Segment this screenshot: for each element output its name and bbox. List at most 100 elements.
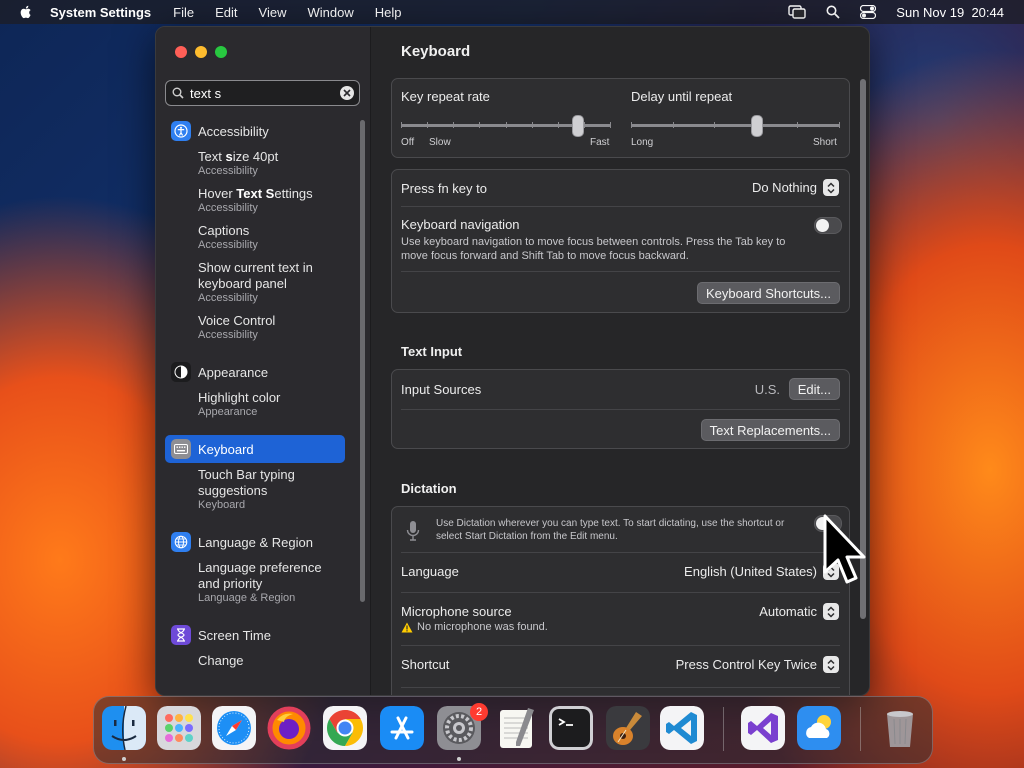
spotlight-search-icon[interactable] <box>826 5 840 19</box>
text-replacements-button[interactable]: Text Replacements... <box>700 419 840 441</box>
result-title: Highlight color <box>198 390 281 405</box>
result-category: Accessibility <box>198 202 258 214</box>
search-input[interactable] <box>188 84 332 102</box>
key-repeat-slider[interactable] <box>401 115 611 139</box>
system-settings-window: Accessibility Text size 40pt Accessibili… <box>155 26 870 696</box>
menu-view[interactable]: View <box>259 5 287 20</box>
slider-tick <box>479 122 480 128</box>
keyboard-settings-pane: Keyboard Key repeat rate Delay until rep… <box>371 27 869 695</box>
search-result-highlight-color[interactable]: Highlight color Appearance <box>165 386 355 423</box>
finder-app-icon[interactable] <box>102 706 146 750</box>
system-settings-running-indicator <box>457 757 461 761</box>
search-result-language-preference[interactable]: Language preference and priority Languag… <box>165 556 355 609</box>
visual-studio-app-icon[interactable] <box>741 706 785 750</box>
slider-tick <box>584 122 585 128</box>
result-title: Voice Control <box>198 313 276 328</box>
delay-short-label: Short <box>813 137 837 148</box>
result-title: Hover Text Settings <box>198 186 355 202</box>
control-center-icon[interactable] <box>860 5 877 19</box>
vscode-app-icon[interactable] <box>660 706 704 750</box>
sidebar-item-screen-time[interactable]: Screen Time <box>165 621 355 649</box>
microphone-icon <box>406 521 420 541</box>
warning-icon <box>401 622 413 632</box>
slider-tick <box>631 122 632 128</box>
menu-app-name[interactable]: System Settings <box>50 5 151 20</box>
dock: 2 <box>93 696 933 764</box>
zoom-window-button[interactable] <box>215 46 227 58</box>
shortcut-label: Shortcut <box>401 657 450 672</box>
divider <box>401 592 840 593</box>
search-result-show-current-text[interactable]: Show current text in keyboard panel Acce… <box>165 256 355 309</box>
launchpad-app-icon[interactable] <box>157 706 201 750</box>
language-popup[interactable]: English (United States) <box>684 563 839 580</box>
weather-app-icon[interactable] <box>797 706 841 750</box>
sidebar-item-appearance[interactable]: Appearance <box>165 358 355 386</box>
terminal-app-icon[interactable] <box>549 706 593 750</box>
delay-repeat-slider[interactable] <box>631 115 840 139</box>
slider-tick <box>714 122 715 128</box>
search-result-voice-control[interactable]: Voice Control Accessibility <box>165 309 355 346</box>
text-input-section-title: Text Input <box>401 344 463 359</box>
sidebar-item-accessibility[interactable]: Accessibility <box>165 117 355 145</box>
search-result-change[interactable]: Change <box>165 649 355 673</box>
slider-thumb[interactable] <box>751 115 763 137</box>
safari-app-icon[interactable] <box>212 706 256 750</box>
up-down-chevron-icon <box>823 179 839 196</box>
mic-source-popup[interactable]: Automatic <box>759 603 839 620</box>
key-repeat-fast-label: Fast <box>590 137 610 148</box>
up-down-chevron-icon <box>823 603 839 620</box>
result-title: Touch Bar typing suggestions <box>198 467 295 498</box>
kb-nav-toggle[interactable] <box>814 217 842 234</box>
search-result-hover-text[interactable]: Hover Text Settings Accessibility <box>165 182 355 219</box>
slider-thumb[interactable] <box>572 115 584 137</box>
menu-file[interactable]: File <box>173 5 194 20</box>
menu-window[interactable]: Window <box>307 5 353 20</box>
shortcut-popup[interactable]: Press Control Key Twice <box>676 656 839 673</box>
delay-repeat-label: Delay until repeat <box>631 89 733 104</box>
slider-tick <box>506 122 507 128</box>
appearance-icon <box>171 362 191 382</box>
search-result-touch-bar[interactable]: Touch Bar typing suggestions Keyboard <box>165 463 355 516</box>
input-sources-label: Input Sources <box>401 382 482 397</box>
menu-edit[interactable]: Edit <box>215 5 237 20</box>
screen-mirroring-icon[interactable] <box>788 5 806 19</box>
result-category: Appearance <box>198 406 258 418</box>
shortcut-value: Press Control Key Twice <box>675 657 817 672</box>
result-title-match: s <box>225 149 233 164</box>
search-result-text-size[interactable]: Text size 40pt Accessibility <box>165 145 355 182</box>
trash-icon[interactable] <box>878 706 922 750</box>
sidebar-item-language-region[interactable]: Language & Region <box>165 528 355 556</box>
divider <box>401 645 840 646</box>
divider <box>401 687 840 688</box>
divider <box>401 409 840 410</box>
sidebar-scrollbar[interactable] <box>360 120 365 602</box>
fn-key-popup[interactable]: Do Nothing <box>752 179 839 196</box>
input-sources-edit-button[interactable]: Edit... <box>788 378 840 400</box>
menu-help[interactable]: Help <box>375 5 402 20</box>
fn-navigation-card: Press fn key to Do Nothing Keyboard navi… <box>391 169 850 313</box>
keyboard-shortcuts-button[interactable]: Keyboard Shortcuts... <box>696 282 840 304</box>
slider-track <box>631 124 840 127</box>
close-window-button[interactable] <box>175 46 187 58</box>
delay-long-label: Long <box>631 137 654 148</box>
search-field[interactable] <box>165 80 360 106</box>
window-controls <box>175 46 227 58</box>
search-result-captions[interactable]: Captions Accessibility <box>165 219 355 256</box>
sidebar-item-label: Accessibility <box>198 123 269 139</box>
sidebar-item-keyboard[interactable]: Keyboard <box>165 435 345 463</box>
slider-tick <box>532 122 533 128</box>
result-title: Text size 40pt <box>198 149 355 165</box>
dictation-card: Use Dictation wherever you can type text… <box>391 506 850 695</box>
clear-search-button[interactable] <box>340 86 354 100</box>
chrome-app-icon[interactable] <box>323 706 367 750</box>
menubar-clock[interactable]: Sun Nov 19 20:44 <box>896 5 1004 20</box>
mouse-pointer-icon <box>823 514 866 584</box>
apple-logo-icon[interactable] <box>18 4 34 20</box>
key-repeat-label: Key repeat rate <box>401 89 490 104</box>
textedit-app-icon[interactable] <box>494 706 538 750</box>
key-repeat-off-label: Off <box>401 137 415 148</box>
app-store-app-icon[interactable] <box>380 706 424 750</box>
firefox-app-icon[interactable] <box>267 706 311 750</box>
minimize-window-button[interactable] <box>195 46 207 58</box>
garageband-app-icon[interactable] <box>606 706 650 750</box>
